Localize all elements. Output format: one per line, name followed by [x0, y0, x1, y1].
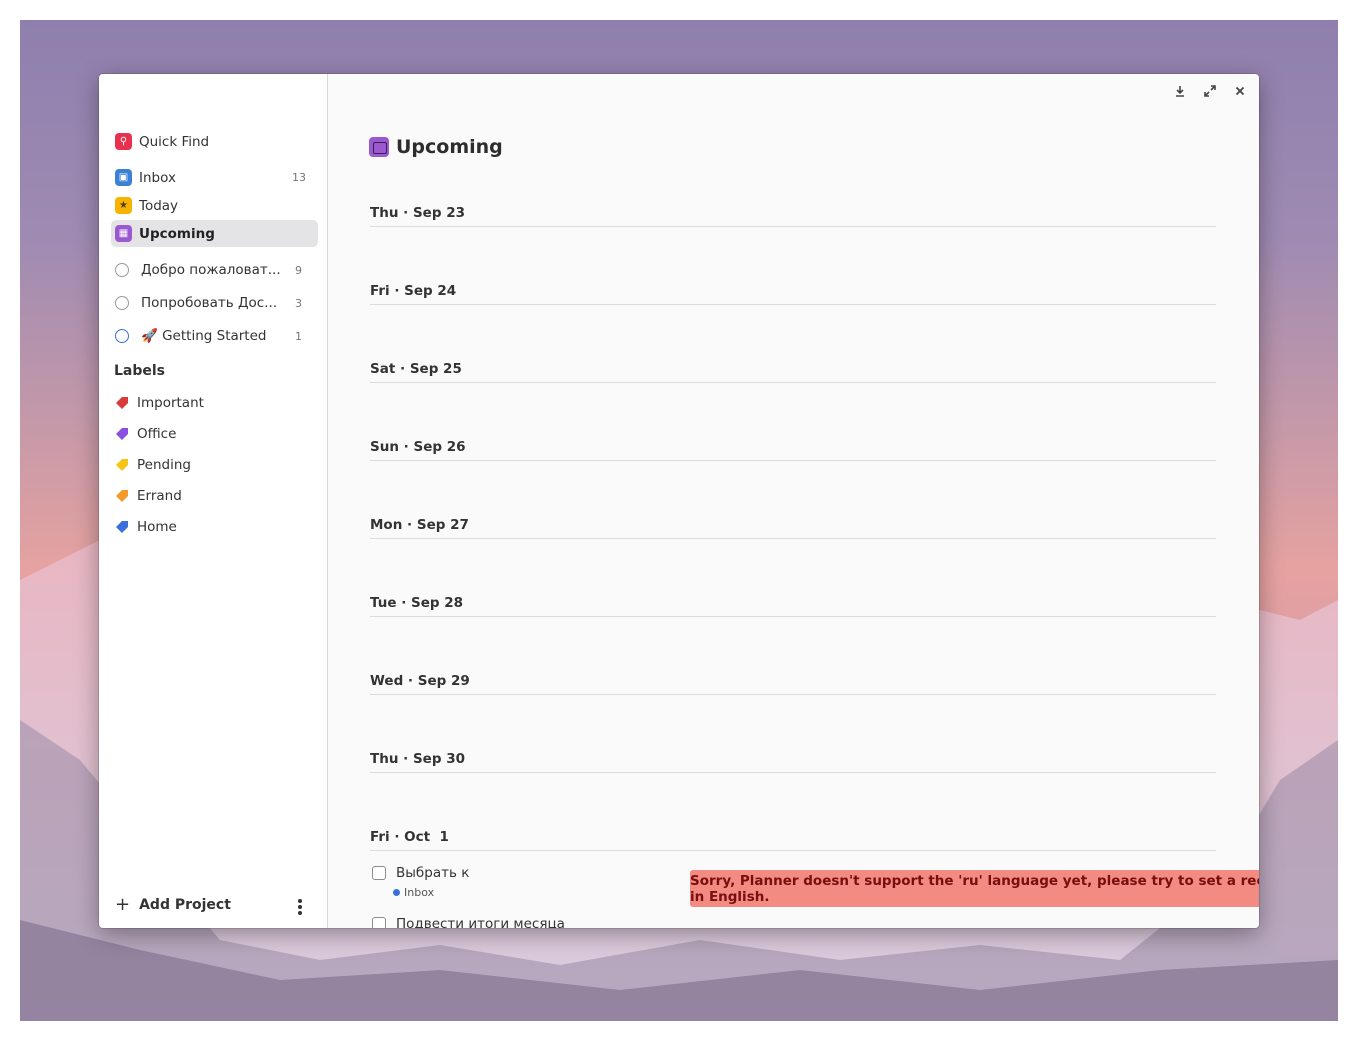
- label-item-label: Home: [137, 519, 177, 535]
- label-item-office[interactable]: Office: [115, 423, 176, 445]
- label-item-label: Important: [137, 395, 204, 411]
- day-section: Sun · Sep 26: [370, 437, 1216, 461]
- day-section: Fri · Sep 24: [370, 281, 1216, 305]
- project-dot-icon: [393, 889, 400, 896]
- day-section: Sat · Sep 25: [370, 359, 1216, 383]
- label-item-errand[interactable]: Errand: [115, 485, 182, 507]
- day-label: Fri · Oct 1: [370, 829, 449, 845]
- sidebar: ⚲ Quick Find ▣ Inbox 13 ★ Today ▦ Upcomi…: [99, 74, 328, 928]
- day-section: Fri · Oct 1: [370, 827, 1216, 851]
- day-label: Mon · Sep 27: [370, 517, 469, 533]
- calendar-icon: ▦: [115, 225, 132, 242]
- calendar-icon: [369, 137, 389, 157]
- maximize-icon[interactable]: [1203, 84, 1217, 98]
- tag-icon: [116, 521, 128, 533]
- day-label: Tue · Sep 28: [370, 595, 464, 611]
- window-controls: [1173, 84, 1247, 98]
- project-label: 🚀 Getting Started: [141, 328, 267, 344]
- project-count: 3: [295, 296, 302, 310]
- sidebar-item-today[interactable]: ★ Today: [111, 192, 318, 219]
- day-section: Mon · Sep 27: [370, 515, 1216, 539]
- page-header: Upcoming: [369, 136, 503, 158]
- sidebar-item-inbox[interactable]: ▣ Inbox 13: [111, 164, 318, 191]
- sidebar-item-label: Today: [139, 197, 179, 214]
- sidebar-item-label: Upcoming: [139, 225, 215, 242]
- task-row[interactable]: Подвести итоги месяца: [372, 916, 565, 928]
- project-label: Попробовать Дос...: [141, 295, 278, 311]
- project-item[interactable]: Добро пожаловат... 9: [115, 259, 318, 281]
- task-row[interactable]: Выбрать к: [372, 865, 469, 881]
- main-panel: Upcoming Thu · Sep 23 Fri · Sep 24 Sat ·…: [329, 74, 1259, 928]
- inbox-count: 13: [292, 171, 306, 184]
- project-label: Добро пожаловат...: [141, 262, 281, 278]
- task-label: Выбрать к: [396, 865, 470, 881]
- plus-icon: +: [115, 894, 131, 915]
- tag-icon: [116, 490, 128, 502]
- project-item[interactable]: 🚀 Getting Started 1: [115, 325, 318, 347]
- quick-find-button[interactable]: ⚲ Quick Find: [111, 128, 318, 155]
- label-item-home[interactable]: Home: [115, 516, 177, 538]
- inbox-icon: ▣: [115, 169, 132, 186]
- day-label: Sun · Sep 26: [370, 439, 466, 455]
- search-icon: ⚲: [115, 133, 132, 150]
- sidebar-item-upcoming[interactable]: ▦ Upcoming: [111, 220, 318, 247]
- label-item-label: Errand: [137, 488, 182, 504]
- tag-icon: [116, 428, 128, 440]
- close-icon[interactable]: [1233, 84, 1247, 98]
- quick-find-label: Quick Find: [139, 133, 210, 150]
- task-label: Подвести итоги месяца: [396, 916, 565, 928]
- star-icon: ★: [115, 197, 132, 214]
- more-menu-icon[interactable]: [295, 898, 305, 916]
- download-icon[interactable]: [1173, 84, 1187, 98]
- project-count: 1: [295, 329, 302, 343]
- planner-window: ⚲ Quick Find ▣ Inbox 13 ★ Today ▦ Upcomi…: [99, 74, 1259, 928]
- day-section: Thu · Sep 23: [370, 203, 1216, 227]
- sidebar-item-label: Inbox: [139, 169, 176, 186]
- project-count: 9: [295, 263, 302, 277]
- day-label: Fri · Sep 24: [370, 283, 457, 299]
- label-item-important[interactable]: Important: [115, 392, 204, 414]
- day-section: Tue · Sep 28: [370, 593, 1216, 617]
- project-circle-icon: [115, 296, 129, 310]
- page-title: Upcoming: [396, 136, 503, 158]
- tag-icon: [116, 459, 128, 471]
- day-label: Sat · Sep 25: [370, 361, 462, 377]
- task-checkbox[interactable]: [372, 917, 386, 928]
- project-item[interactable]: Попробовать Дос... 3: [115, 292, 318, 314]
- add-project-label: Add Project: [139, 897, 231, 913]
- label-item-label: Office: [137, 426, 177, 442]
- day-label: Thu · Sep 23: [370, 205, 465, 221]
- day-section: Thu · Sep 30: [370, 749, 1216, 773]
- task-project-label: Inbox: [404, 886, 435, 899]
- day-label: Thu · Sep 30: [370, 751, 465, 767]
- project-circle-icon: [115, 329, 129, 343]
- labels-heading: Labels: [114, 363, 166, 379]
- day-section: Wed · Sep 29: [370, 671, 1216, 695]
- label-item-pending[interactable]: Pending: [115, 454, 191, 476]
- project-circle-icon: [115, 263, 129, 277]
- add-project-button[interactable]: + Add Project: [115, 896, 231, 914]
- tag-icon: [116, 397, 128, 409]
- task-project-badge: Inbox: [393, 886, 434, 899]
- label-item-label: Pending: [137, 457, 191, 473]
- day-label: Wed · Sep 29: [370, 673, 470, 689]
- task-checkbox[interactable]: [372, 866, 386, 880]
- error-toast: Sorry, Planner doesn't support the 'ru' …: [690, 870, 1259, 907]
